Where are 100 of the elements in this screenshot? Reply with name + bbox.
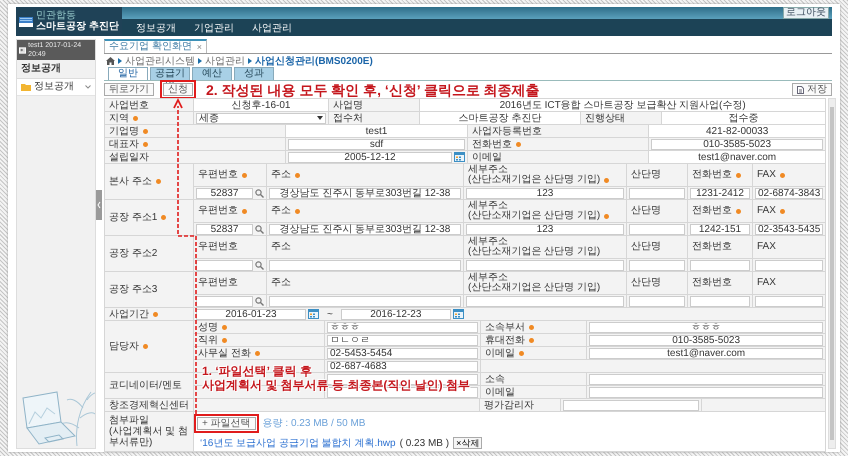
field-label: 직위 — [198, 334, 218, 346]
toolbar-button[interactable]: 신청 — [163, 83, 193, 96]
input-field[interactable]: 123 — [466, 224, 624, 234]
input-field[interactable]: ㅎㅎㅎ — [589, 322, 824, 332]
search-icon[interactable] — [255, 296, 264, 306]
caret-icon — [317, 116, 323, 120]
table-cell: test1 — [286, 125, 467, 137]
input-field[interactable]: 1231-2412 — [690, 188, 750, 198]
search-icon[interactable] — [255, 188, 264, 198]
org-name: 스마트공장 추진단 — [36, 20, 119, 32]
select-field[interactable]: 세종 — [196, 112, 326, 124]
field-label: 전화번호 — [692, 242, 732, 252]
input-field[interactable]: sdf — [288, 138, 465, 150]
toolbar-button[interactable]: 뒤로가기 — [104, 83, 154, 96]
user-card-icon — [19, 46, 26, 54]
file-size: ( 0.23 MB ) — [400, 438, 450, 448]
input-field[interactable]: 경상남도 진주시 동부로303번길 12-38 — [269, 188, 461, 198]
input-field[interactable]: 2005-12-12 — [288, 152, 452, 162]
input-field[interactable]: 02-3543-5435 — [755, 224, 824, 234]
tab[interactable]: 공급기 — [150, 67, 190, 80]
chevron-icon — [198, 58, 202, 64]
input-field[interactable]: 52837 — [196, 188, 253, 198]
table-cell: 신청후-16-01 — [194, 99, 328, 111]
field-label: 공장 주소1 — [109, 212, 158, 223]
field-label: FAX — [757, 170, 776, 180]
table-cell: 스마트공장 추진단 — [420, 112, 580, 124]
save-button[interactable]: 저장 — [792, 83, 832, 96]
annotation-text: 1. ‘파일선택’ 클릭 후 — [202, 365, 312, 377]
input-field[interactable]: 02-5453-5454 — [327, 348, 478, 358]
field-label: 주소 — [271, 242, 291, 252]
nav-menu-item[interactable]: 정보공개 — [136, 20, 176, 34]
tab[interactable]: 예산 — [192, 67, 232, 80]
close-button[interactable]: × — [196, 41, 202, 53]
page-tab[interactable]: 수요기업 확인화면 × — [104, 39, 208, 53]
input-field[interactable]: 02-6874-3843 — [755, 188, 824, 198]
input-field[interactable]: test1@naver.com — [589, 348, 824, 358]
search-icon[interactable] — [255, 224, 264, 234]
field-label: 평가감리자 — [484, 400, 534, 410]
field-label: 우편번호 — [198, 242, 238, 252]
field-label: 지역 — [109, 112, 129, 124]
tab[interactable]: 일반 — [108, 67, 148, 80]
field-label: 우편번호 — [198, 206, 238, 216]
field-label: 담당자 — [109, 341, 139, 352]
breadcrumb-item[interactable]: 사업관리 — [205, 54, 245, 68]
calendar-icon[interactable] — [454, 152, 465, 162]
field-label: 공장 주소2 — [109, 248, 158, 259]
field-label: 이메일 — [472, 152, 502, 162]
field-label: 산단명 — [631, 278, 661, 288]
delete-button[interactable]: ×삭제 — [453, 437, 482, 449]
folder-icon — [21, 83, 31, 91]
input-field[interactable]: 경상남도 진주시 동부로303번길 12-38 — [269, 224, 461, 234]
field-label: 이메일 — [485, 348, 515, 358]
field-label: 이메일 — [485, 386, 515, 398]
chevron-icon — [248, 58, 252, 64]
annotation-text: 사업계획서 및 첨부서류 등 최종본(직인 날인) 첨부 — [202, 379, 470, 391]
field-label: 우편번호 — [198, 278, 238, 288]
input-field[interactable]: 010-3585-5023 — [651, 138, 824, 150]
input-field[interactable]: 2016-12-23 — [340, 308, 451, 320]
input-field[interactable]: 123 — [466, 188, 624, 198]
file-select-button[interactable]: + 파일선택 — [197, 417, 256, 430]
table-cell: test1@naver.com — [649, 151, 826, 163]
input-field[interactable]: 2016-01-23 — [196, 308, 306, 320]
calendar-icon[interactable] — [452, 309, 464, 319]
field-note: (산단소재기업은 산단명 기입) — [468, 211, 600, 221]
search-icon[interactable] — [255, 260, 264, 270]
field-label: 사업번호 — [109, 100, 149, 110]
field-label: 주소 — [271, 170, 291, 180]
breadcrumb-item[interactable]: 사업관리시스템 — [125, 54, 195, 68]
range-separator: ~ — [327, 308, 333, 320]
document-icon — [797, 86, 804, 94]
nav-menu-item[interactable]: 사업관리 — [252, 20, 292, 34]
collapse-handle[interactable] — [96, 190, 102, 220]
field-label: FAX — [757, 278, 776, 288]
field-label: 소속부서 — [485, 322, 525, 332]
input-field[interactable] — [196, 296, 253, 306]
field-label: 전화번호 — [692, 206, 732, 216]
field-label: 세부주소 — [468, 165, 508, 175]
input-field[interactable]: 010-3585-5023 — [589, 334, 824, 346]
org-caption: 민관합동 — [36, 10, 77, 20]
input-field[interactable]: 1242-151 — [690, 224, 750, 234]
table-cell: 2016년도 ICT융합 스마트공장 보급확산 지원사업(수정) — [420, 99, 826, 111]
tab[interactable]: 성과 — [234, 67, 274, 80]
input-field[interactable]: 02-687-4683 — [327, 360, 478, 372]
sidebar-item[interactable]: 정보공개 — [17, 79, 95, 96]
scrollbar[interactable] — [828, 98, 836, 449]
field-label: 성명 — [198, 322, 218, 332]
field-label: 코디네이터/멘토 — [109, 380, 182, 391]
input-field[interactable]: ㅎㅎㅎ — [327, 322, 478, 332]
field-note: (사업계획서 및 첨부서류만) — [109, 426, 189, 448]
logout-button[interactable]: 로그아웃 — [783, 7, 829, 19]
capacity-text: 용량 : 0.23 MB / 50 MB — [262, 418, 366, 429]
field-label: 소속 — [485, 374, 505, 384]
input-field[interactable]: ㅁㄴㅇㄹ — [327, 334, 478, 346]
breadcrumb-item[interactable]: 사업신청관리(BMS0200E) — [255, 54, 373, 68]
input-field[interactable]: 52837 — [196, 224, 253, 234]
calendar-icon[interactable] — [308, 309, 319, 319]
file-link[interactable]: ‘16년도 보급사업 공급기업 불합치 계획.hwp — [200, 438, 396, 448]
input-field[interactable] — [196, 260, 253, 270]
nav-menu-item[interactable]: 기업관리 — [194, 20, 234, 34]
field-label: 사업기간 — [109, 308, 149, 320]
